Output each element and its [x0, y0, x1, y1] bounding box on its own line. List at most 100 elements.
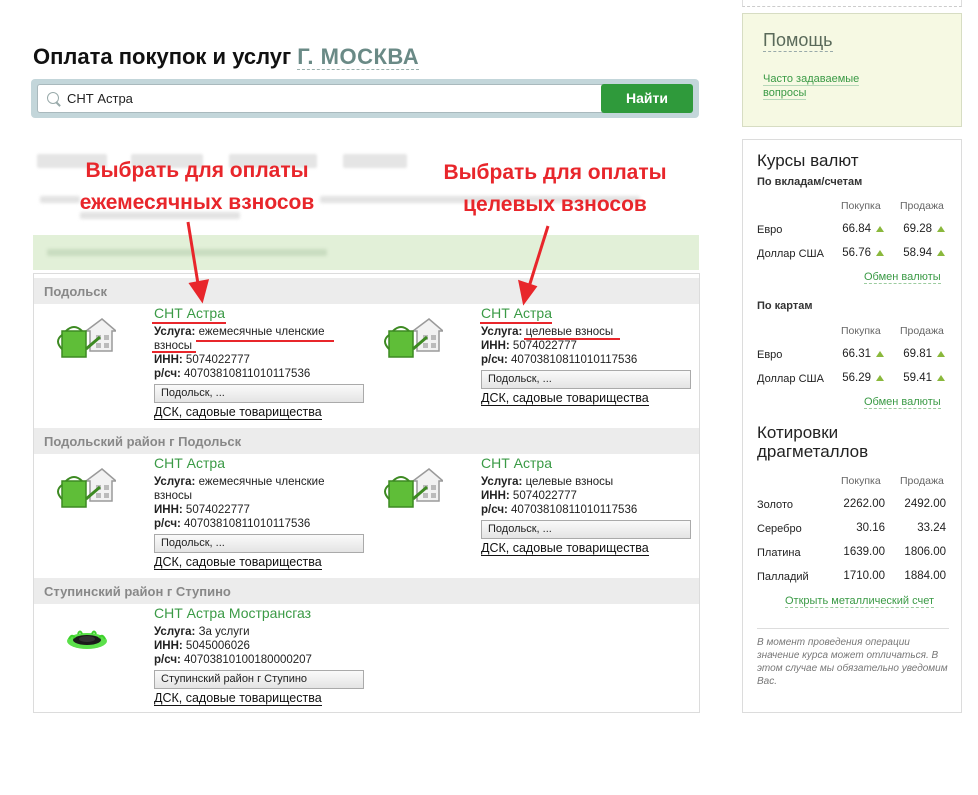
provider-info: Услуга: ежемесячные членские взносы ИНН:…: [154, 325, 354, 381]
metal-buy: 1639.00: [843, 546, 885, 558]
up-arrow-icon: [876, 226, 884, 232]
provider-title[interactable]: СНТ Астра: [154, 455, 225, 471]
annotation-monthly: Выбрать для оплаты ежемесячных взносов: [52, 155, 342, 219]
provider-title[interactable]: СНТ Астра Мострансгаз: [154, 605, 311, 621]
rates-note: В момент проведения операции значение ку…: [757, 637, 948, 687]
category-link[interactable]: ДСК, садовые товарищества: [154, 691, 322, 706]
search-bar: СНТ Астра Найти: [31, 79, 699, 118]
region-header: Ступинский район г Ступино: [34, 578, 699, 604]
search-button[interactable]: Найти: [601, 84, 693, 113]
inn-label: ИНН:: [481, 490, 510, 502]
category-link[interactable]: ДСК, садовые товарищества: [481, 541, 649, 556]
region-header: Подольск: [34, 278, 699, 304]
gas-burner-icon: [67, 630, 107, 649]
account-label: р/сч:: [481, 354, 508, 366]
provider-title[interactable]: СНТ Астра: [481, 455, 552, 471]
highlight-underline: [152, 351, 196, 353]
blurred-tab[interactable]: [343, 154, 407, 168]
notice-banner: [33, 235, 699, 270]
help-title[interactable]: Помощь: [763, 30, 833, 52]
currency-name: Доллар США: [757, 373, 824, 385]
provider-title[interactable]: СНТ Астра: [481, 305, 552, 321]
exchange-link[interactable]: Обмен валюты: [864, 271, 941, 284]
currency-name: Евро: [757, 224, 783, 236]
col-buy: Покупка: [841, 200, 881, 212]
account-label: р/сч:: [481, 504, 508, 516]
metal-name: Платина: [757, 547, 801, 559]
provider-info: Услуга: целевые взносы ИНН: 5074022777 р…: [481, 475, 681, 517]
location-select[interactable]: Ступинский район г Ступино: [154, 670, 364, 689]
metal-buy: 30.16: [856, 522, 885, 534]
inn-value: 5045006026: [185, 640, 250, 652]
category-link[interactable]: ДСК, садовые товарищества: [154, 555, 322, 570]
metal-sell: 2492.00: [904, 498, 946, 510]
rates-title: Курсы валют: [757, 151, 859, 170]
up-arrow-icon: [937, 250, 945, 256]
account-label: р/сч:: [154, 368, 181, 380]
location-select[interactable]: Подольск, ...: [154, 534, 364, 553]
account-label: р/сч:: [154, 654, 181, 666]
category-link[interactable]: ДСК, садовые товарищества: [154, 405, 322, 420]
exchange-link[interactable]: Обмен валюты: [864, 396, 941, 409]
metal-name: Серебро: [757, 523, 802, 535]
category-link[interactable]: ДСК, садовые товарищества: [481, 391, 649, 406]
col-sell: Продажа: [900, 200, 944, 212]
metal-buy: 2262.00: [843, 498, 885, 510]
search-icon: [47, 92, 59, 104]
inn-value: 5074022777: [512, 340, 577, 352]
search-input[interactable]: СНТ Астра: [67, 91, 133, 106]
provider-title[interactable]: СНТ Астра: [154, 305, 225, 321]
inn-label: ИНН:: [154, 640, 183, 652]
metals-title: Котировки драгметаллов: [757, 423, 868, 461]
city-selector[interactable]: Г. МОСКВА: [297, 44, 420, 70]
account-value: 40703810811010117536: [511, 354, 638, 366]
location-select[interactable]: Подольск, ...: [481, 520, 691, 539]
help-panel: Помощь Часто задаваемые вопросы: [742, 13, 962, 127]
metal-sell: 33.24: [917, 522, 946, 534]
currency-name: Доллар США: [757, 248, 824, 260]
highlight-underline: [524, 338, 620, 340]
up-arrow-icon: [876, 250, 884, 256]
cards-heading: По картам: [757, 300, 813, 312]
watering-can-house-icon: [384, 318, 443, 358]
metal-buy: 1710.00: [843, 570, 885, 582]
metal-name: Золото: [757, 499, 793, 511]
service-value: целевые взносы: [525, 476, 614, 488]
metal-account-link[interactable]: Открыть металлический счет: [785, 595, 934, 608]
rate-sell: 59.41: [903, 372, 932, 384]
rate-sell: 58.94: [903, 247, 932, 259]
inn-value: 5074022777: [185, 354, 250, 366]
page-title-text: Оплата покупок и услуг: [33, 44, 292, 69]
account-value: 40703810811010117536: [184, 518, 311, 530]
annotation-line: Выбрать для оплаты: [443, 161, 667, 184]
watering-can-house-icon: [57, 468, 116, 508]
up-arrow-icon: [876, 351, 884, 357]
annotation-line: Выбрать для оплаты: [85, 159, 309, 182]
blurred-text: [47, 249, 327, 256]
account-label: р/сч:: [154, 518, 181, 530]
search-field[interactable]: СНТ Астра: [37, 84, 627, 113]
faq-link-label[interactable]: Часто задаваемые вопросы: [763, 73, 860, 100]
provider-info: Услуга: За услуги ИНН: 5045006026 р/сч: …: [154, 625, 354, 667]
location-select[interactable]: Подольск, ...: [481, 370, 691, 389]
up-arrow-icon: [937, 375, 945, 381]
inn-label: ИНН:: [481, 340, 510, 352]
col-buy: Покупка: [841, 475, 881, 487]
provider-info: Услуга: ежемесячные членские взносы ИНН:…: [154, 475, 354, 531]
inn-label: ИНН:: [154, 504, 183, 516]
rate-sell: 69.81: [903, 348, 932, 360]
provider-card: СНТ Астра Мострансгаз Услуга: За услуги …: [34, 605, 364, 750]
metal-sell: 1884.00: [904, 570, 946, 582]
rates-panel: Курсы валют По вкладам/счетам Покупка Пр…: [742, 139, 962, 713]
deposits-heading: По вкладам/счетам: [757, 176, 863, 188]
location-select[interactable]: Подольск, ...: [154, 384, 364, 403]
service-label: Услуга:: [481, 326, 523, 338]
faq-link[interactable]: Часто задаваемые вопросы: [763, 72, 893, 100]
rate-buy: 56.76: [842, 247, 871, 259]
divider: [757, 628, 949, 629]
col-buy: Покупка: [841, 325, 881, 337]
rate-buy: 56.29: [842, 372, 871, 384]
currency-name: Евро: [757, 349, 783, 361]
metals-title-line: драгметаллов: [757, 442, 869, 461]
col-sell: Продажа: [900, 325, 944, 337]
